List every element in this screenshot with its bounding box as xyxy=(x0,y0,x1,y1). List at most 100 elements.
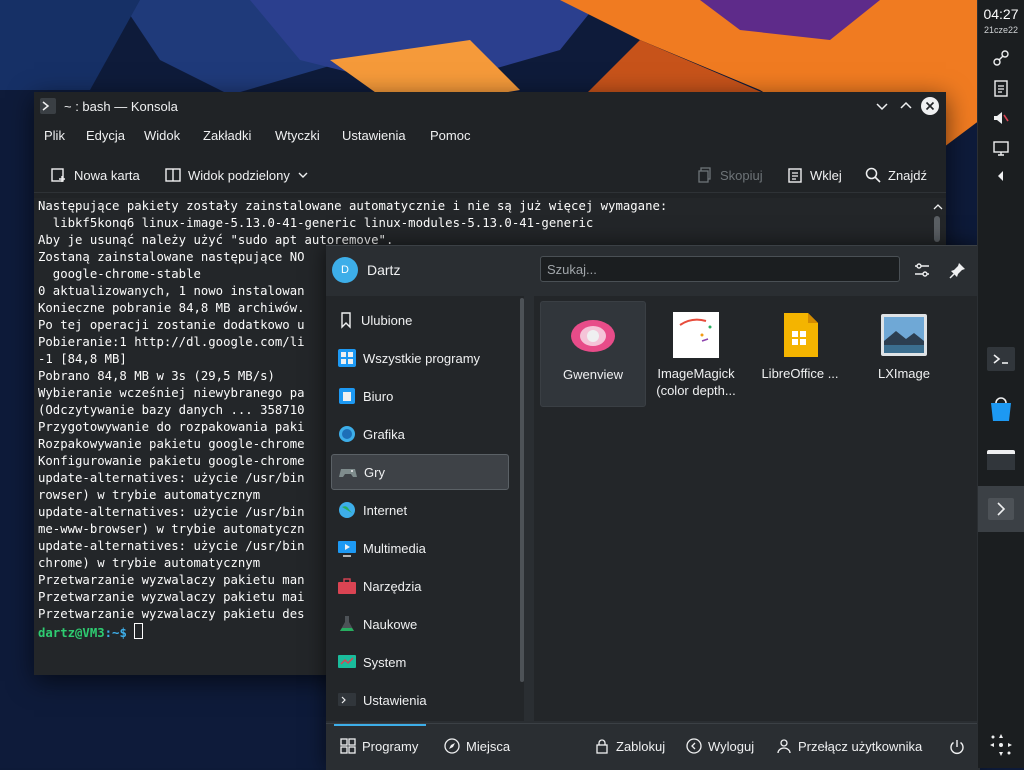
terminal-line: Przetwarzanie wyzwalaczy pakietu mai xyxy=(38,590,305,604)
tab-programs[interactable]: Programy xyxy=(340,738,418,754)
graphics-icon xyxy=(337,424,357,444)
category-biuro[interactable]: Biuro xyxy=(331,378,509,414)
split-view-icon xyxy=(165,168,181,182)
menu-widok[interactable]: Widok xyxy=(144,128,180,143)
maximize-icon[interactable] xyxy=(896,96,916,116)
category-scrollbar[interactable] xyxy=(520,298,524,682)
category-label: Grafika xyxy=(363,426,405,442)
split-view-label: Widok podzielony xyxy=(188,167,290,183)
chevron-down-icon[interactable] xyxy=(296,168,310,182)
category-label: Gry xyxy=(364,464,385,480)
app-label: LXImage xyxy=(877,366,931,381)
clock-date[interactable]: 21cze22 xyxy=(978,25,1024,35)
clock-time[interactable]: 04:27 xyxy=(978,6,1024,22)
new-tab-label: Nowa karta xyxy=(74,167,140,183)
paste-button[interactable]: Wklej xyxy=(786,166,842,184)
lximage-icon xyxy=(852,311,956,359)
terminal-line: Pobrano 84,8 MB w 3s (29,5 MB/s) xyxy=(38,369,275,383)
terminal-line: google-chrome-stable xyxy=(38,267,201,281)
category-naukowe[interactable]: Naukowe xyxy=(331,606,509,642)
category-grafika[interactable]: Grafika xyxy=(331,416,509,452)
logout-button[interactable]: Wyloguj xyxy=(686,738,754,754)
category-gry[interactable]: Gry xyxy=(331,454,509,490)
search-input[interactable]: Szukaj... xyxy=(540,256,900,282)
search-icon xyxy=(865,167,881,183)
terminal-line: Przetwarzanie wyzwalaczy pakietu des xyxy=(38,607,305,621)
logout-icon xyxy=(686,738,702,754)
category-system[interactable]: System xyxy=(331,644,509,680)
libreoffice-draw-icon xyxy=(748,311,852,359)
window-titlebar[interactable]: ~ : bash — Konsola xyxy=(34,92,946,120)
find-button[interactable]: Znajdź xyxy=(864,166,927,184)
scroll-up-icon[interactable] xyxy=(930,200,946,214)
menu-ustawienia[interactable]: Ustawienia xyxy=(342,128,406,143)
volume-muted-icon[interactable] xyxy=(991,108,1011,128)
display-icon[interactable] xyxy=(991,138,1011,158)
close-icon[interactable] xyxy=(920,96,940,116)
globe-icon xyxy=(337,500,357,520)
lock-label: Zablokuj xyxy=(616,738,666,754)
lock-button[interactable]: Zablokuj xyxy=(594,738,665,754)
new-tab-button[interactable]: Nowa karta xyxy=(50,166,140,184)
network-icon[interactable] xyxy=(991,48,1011,68)
terminal-prompt: dartz@VM3:~$ xyxy=(38,623,144,642)
clipboard-icon[interactable] xyxy=(991,78,1011,98)
category-narzędzia[interactable]: Narzędzia xyxy=(331,568,509,604)
right-panel: 04:27 21cze22 xyxy=(977,0,1024,768)
app-launcher-icon[interactable] xyxy=(988,732,1014,758)
app-grid: Gwenview ImageMagick (color depth... Libre… xyxy=(534,296,980,721)
prompt-user: dartz@VM3 xyxy=(38,626,105,640)
menu-bar: Plik Edycja Widok Zakładki Wtyczki Ustaw… xyxy=(34,122,946,150)
terminal-line: Przygotowywanie do rozpakowania paki xyxy=(38,420,305,434)
app-label: ImageMagick (color depth... xyxy=(656,366,736,398)
category-ulubione[interactable]: Ulubione xyxy=(331,302,509,338)
app-lximage[interactable]: LXImage xyxy=(852,301,956,405)
toolbox-icon xyxy=(337,576,357,596)
copy-label: Skopiuj xyxy=(720,167,763,183)
expand-tray-icon[interactable] xyxy=(991,166,1011,186)
category-internet[interactable]: Internet xyxy=(331,492,509,528)
task-discover[interactable] xyxy=(984,392,1018,426)
menu-pomoc[interactable]: Pomoc xyxy=(430,128,470,143)
terminal-line: (Odczytywanie bazy danych ... 358710 xyxy=(38,403,305,417)
avatar[interactable]: D xyxy=(332,257,358,283)
task-active-window[interactable] xyxy=(978,486,1024,532)
split-view-button[interactable]: Widok podzielony xyxy=(164,166,310,184)
bookmark-icon xyxy=(337,311,355,329)
menu-wtyczki[interactable]: Wtyczki xyxy=(275,128,320,143)
terminal-line: rowser) w trybie automatycznym xyxy=(38,488,261,502)
task-dolphin[interactable] xyxy=(984,442,1018,476)
category-label: Naukowe xyxy=(363,616,418,632)
terminal-cursor xyxy=(134,623,144,639)
tab-places[interactable]: Miejsca xyxy=(444,738,510,754)
app-libreoffice[interactable]: LibreOffice ... xyxy=(748,301,852,405)
power-button[interactable] xyxy=(948,738,966,756)
imagemagick-icon xyxy=(644,311,748,359)
category-label: Biuro xyxy=(363,388,394,404)
menu-edycja[interactable]: Edycja xyxy=(86,128,125,143)
task-konsole[interactable] xyxy=(984,342,1018,376)
app-imagemagick[interactable]: ImageMagick (color depth... xyxy=(644,301,748,405)
category-wszystkie-programy[interactable]: Wszystkie programy xyxy=(331,340,509,376)
category-multimedia[interactable]: Multimedia xyxy=(331,530,509,566)
minimize-icon[interactable] xyxy=(872,96,892,116)
category-label: Ulubione xyxy=(361,312,413,328)
configure-icon[interactable] xyxy=(912,260,932,280)
switch-user-button[interactable]: Przełącz użytkownika xyxy=(776,738,922,754)
application-launcher: D Dartz Szukaj... Ulubione Wszystkie prog… xyxy=(326,245,980,770)
category-ustawienia[interactable]: Ustawienia xyxy=(331,682,509,718)
switch-user-icon xyxy=(777,739,791,754)
pin-icon[interactable] xyxy=(948,260,968,280)
copy-icon xyxy=(698,167,711,183)
launcher-header: D Dartz Szukaj... xyxy=(326,246,980,294)
app-label: Gwenview xyxy=(563,367,623,382)
app-gwenview[interactable]: Gwenview xyxy=(540,301,646,407)
copy-button[interactable]: Skopiuj xyxy=(696,166,763,184)
category-label: Wszystkie programy xyxy=(363,350,481,366)
menu-zakladki[interactable]: Zakładki xyxy=(203,128,251,143)
terminal-line: chrome) w trybie automatycznym xyxy=(38,556,261,570)
scrollbar-thumb[interactable] xyxy=(934,216,940,242)
terminal-line: Konieczne pobranie 84,8 MB archiwów. xyxy=(38,301,305,315)
tab-programs-label: Programy xyxy=(362,738,419,754)
menu-plik[interactable]: Plik xyxy=(44,128,65,143)
